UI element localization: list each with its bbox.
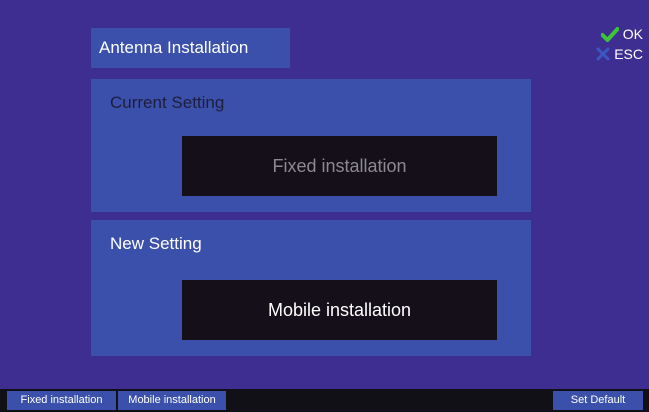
new-setting-value[interactable]: Mobile installation — [182, 280, 497, 340]
page-title: Antenna Installation — [99, 38, 249, 57]
current-setting-panel: Current Setting Fixed installation — [91, 79, 531, 212]
new-setting-label: New Setting — [110, 234, 202, 253]
checkmark-icon — [600, 26, 619, 42]
fixed-installation-softkey[interactable]: Fixed installation — [7, 391, 116, 410]
esc-label: ESC — [614, 46, 643, 62]
page-title-box: Antenna Installation — [91, 28, 290, 68]
softkey-bar: Fixed installation Mobile installation S… — [0, 389, 649, 412]
cross-icon — [596, 47, 610, 61]
antenna-installation-screen: Antenna Installation OK ESC Current Sett… — [0, 0, 649, 412]
set-default-softkey[interactable]: Set Default — [553, 391, 643, 410]
mobile-installation-softkey[interactable]: Mobile installation — [118, 391, 226, 410]
key-hints: OK ESC — [573, 26, 643, 76]
current-setting-value: Fixed installation — [182, 136, 497, 196]
new-setting-panel: New Setting Mobile installation — [91, 220, 531, 356]
esc-hint[interactable]: ESC — [596, 46, 643, 62]
current-setting-label: Current Setting — [110, 93, 225, 112]
ok-hint[interactable]: OK — [600, 26, 643, 42]
ok-label: OK — [622, 26, 643, 42]
